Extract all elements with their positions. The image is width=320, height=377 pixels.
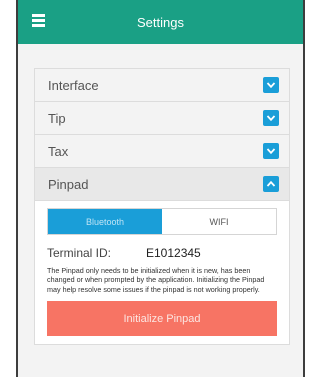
section-label: Tip [48,110,66,126]
chevron-up-icon[interactable] [263,176,279,192]
chevron-down-icon[interactable] [263,143,279,159]
pinpad-panel: Bluetooth WIFI Terminal ID: E1012345 The… [34,201,290,346]
section-tip[interactable]: Tip [34,101,290,135]
section-label: Pinpad [48,176,89,192]
chevron-down-icon[interactable] [263,110,279,126]
section-label: Interface [48,77,99,93]
wifi-tab[interactable]: WIFI [162,209,276,234]
chevron-down-icon[interactable] [263,77,279,93]
hamburger-icon[interactable] [32,14,45,27]
pinpad-note: The Pinpad only needs to be initialized … [47,266,265,294]
terminal-id: E1012345 [146,246,201,260]
bluetooth-tab[interactable]: Bluetooth [48,209,162,234]
section-tax[interactable]: Tax [34,134,290,168]
section-interface[interactable]: Interface [34,68,290,102]
app-header: Settings [18,0,303,44]
section-pinpad[interactable]: Pinpad [34,167,290,201]
page-title: Settings [137,14,184,30]
app-frame: Settings Interface Tip Tax Pinpad Blueto… [16,0,305,377]
terminal-label: Terminal ID: [47,246,112,260]
terminal-row: Terminal ID: E1012345 [47,246,277,260]
initialize-pinpad-button[interactable]: Initialize Pinpad [47,301,277,337]
section-label: Tax [48,143,69,159]
connection-toggle: Bluetooth WIFI [47,208,277,235]
settings-list: Interface Tip Tax Pinpad Bluetooth WIFI … [34,68,290,346]
